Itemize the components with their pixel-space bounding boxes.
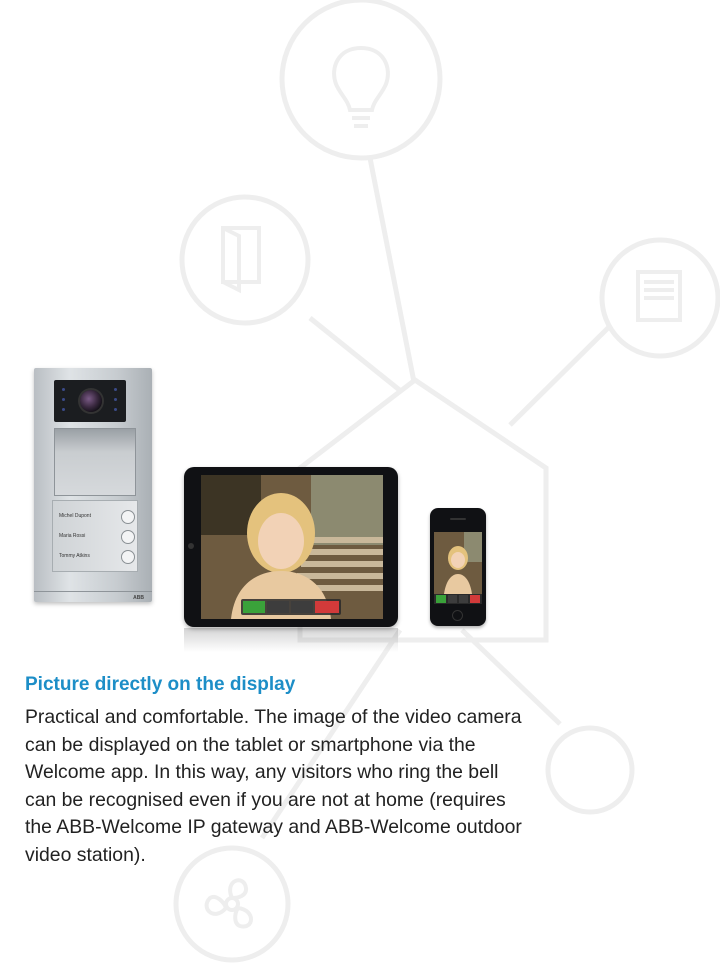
blinds-icon xyxy=(636,270,682,322)
camera-module xyxy=(54,380,126,422)
door-icon xyxy=(221,226,261,294)
bell-button xyxy=(121,550,135,564)
smartphone-device xyxy=(430,508,486,626)
visitor-video-image xyxy=(434,532,482,604)
resident-name: Tommy Atkins xyxy=(59,553,90,559)
speaker-flap xyxy=(54,428,136,496)
connector-line xyxy=(508,324,612,427)
resident-name: Maria Rossi xyxy=(59,533,86,539)
connector-line xyxy=(308,316,404,394)
infrared-led xyxy=(62,388,65,391)
light-bulb-icon xyxy=(332,45,390,128)
tablet-video-feed xyxy=(201,475,383,619)
phone-video-feed xyxy=(434,532,482,604)
phone-home-button xyxy=(452,610,463,621)
infrared-led xyxy=(114,388,117,391)
infrared-led xyxy=(114,398,117,401)
tablet-home-button xyxy=(188,543,194,549)
bell-button xyxy=(121,530,135,544)
light-icon xyxy=(459,595,468,603)
camera-lens-icon xyxy=(80,390,102,412)
body-paragraph: Practical and comfortable. The image of … xyxy=(25,704,705,870)
phone-speaker xyxy=(450,518,466,520)
door-circle xyxy=(179,194,311,326)
body-line: video station). xyxy=(25,843,146,866)
abb-logo: ABB xyxy=(133,595,144,601)
body-line: Practical and comfortable. The image of … xyxy=(25,706,522,728)
body-line: can be recognised even if you are not at… xyxy=(25,788,506,811)
end-call-icon xyxy=(315,601,339,613)
connector-line xyxy=(367,157,417,383)
body-line: Welcome app. In this way, any visitors w… xyxy=(25,761,499,784)
resident-name: Michel Dupont xyxy=(59,513,91,519)
tablet-reflection xyxy=(184,628,398,652)
bell-button xyxy=(121,510,135,524)
light-bulb-circle xyxy=(279,0,443,161)
station-base: ABB xyxy=(34,591,152,602)
accept-call-icon xyxy=(243,601,265,613)
section-heading: Picture directly on the display xyxy=(25,674,296,695)
outdoor-video-station: Michel Dupont Maria Rossi Tommy Atkins A… xyxy=(34,368,152,602)
visitor-video-image xyxy=(201,475,383,619)
infrared-led xyxy=(114,408,117,411)
nameplate-panel: Michel Dupont Maria Rossi Tommy Atkins xyxy=(52,500,138,572)
key-icon xyxy=(267,601,289,613)
key-icon xyxy=(448,595,457,603)
light-icon xyxy=(291,601,313,613)
end-call-icon xyxy=(470,595,480,603)
infrared-led xyxy=(62,408,65,411)
infrared-led xyxy=(62,398,65,401)
body-line: the ABB-Welcome IP gateway and ABB-Welco… xyxy=(25,816,522,839)
tablet-device xyxy=(184,467,398,627)
accept-call-icon xyxy=(436,595,446,603)
body-line: can be displayed on the tablet or smartp… xyxy=(25,733,476,756)
fan-icon xyxy=(204,878,253,929)
